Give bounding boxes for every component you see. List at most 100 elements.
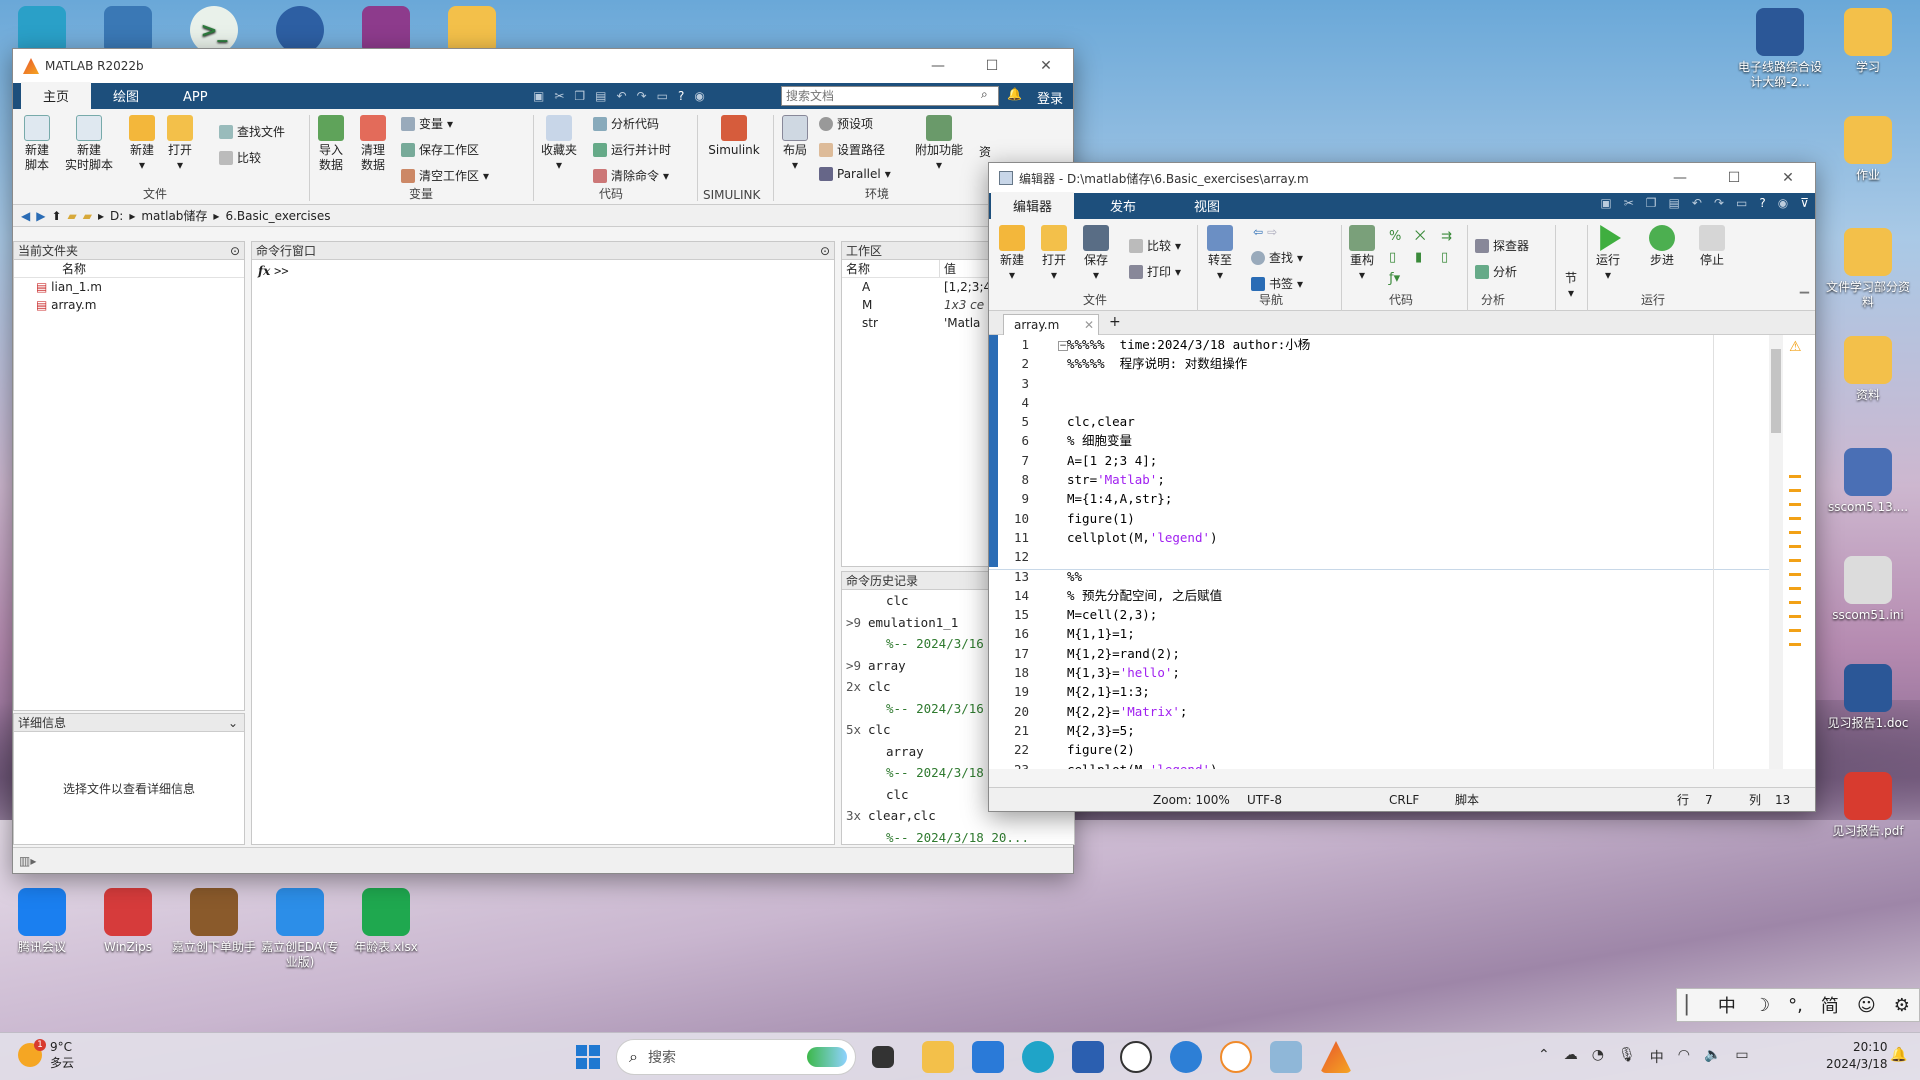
back-arrow-icon[interactable]: ◀ xyxy=(21,209,30,223)
collapse-ribbon-icon[interactable]: ▔ xyxy=(1800,292,1809,306)
code-line[interactable]: 15 M=cell(2,3); xyxy=(989,605,1815,624)
ime-lang-indicator[interactable]: 中 xyxy=(1650,1047,1664,1067)
list-item[interactable]: ▤ lian_1.m xyxy=(36,278,244,296)
desktop-icon[interactable]: sscom51.ini xyxy=(1826,556,1910,623)
notification-bell-icon[interactable]: 🔔 xyxy=(1890,1047,1907,1063)
tab-editor[interactable]: 编辑器 xyxy=(991,192,1075,219)
editor-new-button[interactable]: 新建 ▾ xyxy=(997,225,1027,283)
run-button[interactable]: 运行 ▾ xyxy=(1593,225,1623,283)
comment-icon[interactable]: % xyxy=(1389,229,1409,244)
chevron-down-icon[interactable]: ⌄ xyxy=(228,714,238,732)
k-app-icon[interactable] xyxy=(1170,1041,1202,1073)
list-item[interactable]: %-- 2024/3/18 20... xyxy=(846,827,1074,849)
indent-icon[interactable]: ▯ xyxy=(1389,250,1409,265)
command-line[interactable]: fx >> xyxy=(252,260,834,820)
stop-button[interactable]: 停止 xyxy=(1697,225,1727,268)
ime-handle-icon[interactable]: ▏ xyxy=(1686,995,1700,1016)
minimize-icon[interactable]: — xyxy=(1653,170,1707,186)
dell-icon[interactable] xyxy=(1120,1041,1152,1073)
set-path-button[interactable]: 设置路径 xyxy=(819,141,885,158)
outdent-icon[interactable]: ▮ xyxy=(1415,250,1435,265)
matlab-taskbar-icon[interactable] xyxy=(1320,1041,1352,1073)
parallel-button[interactable]: Parallel ▾ xyxy=(819,167,891,181)
step-button[interactable]: 步进 xyxy=(1647,225,1677,268)
code-line[interactable]: 6 % 细胞变量 xyxy=(989,431,1815,450)
desktop-icon[interactable]: 学习 xyxy=(1826,8,1910,75)
smart-indent-icon[interactable]: ⇉ xyxy=(1441,229,1461,244)
desktop-icon[interactable]: 嘉立创EDA(专业版) xyxy=(258,888,342,970)
paste-icon[interactable]: ▤ xyxy=(1669,196,1680,210)
code-line[interactable]: 21 M{2,3}=5; xyxy=(989,721,1815,740)
code-line[interactable]: 7 A=[1 2;3 4]; xyxy=(989,451,1815,470)
code-line[interactable]: 18 M{1,3}='hello'; xyxy=(989,663,1815,682)
code-line[interactable]: 3 xyxy=(989,374,1815,393)
panel-menu-icon[interactable]: ⊙ xyxy=(230,242,240,260)
browse-folder-icon[interactable]: ▰ xyxy=(68,209,77,223)
editor-open-button[interactable]: 打开 ▾ xyxy=(1039,225,1069,283)
ime-simplified-toggle[interactable]: 简 xyxy=(1821,992,1839,1018)
code-line[interactable]: 19 M{2,1}=1:3; xyxy=(989,682,1815,701)
find-button[interactable]: 查找 ▾ xyxy=(1251,249,1303,266)
search-icon[interactable]: ⌕ xyxy=(981,87,988,102)
edge-icon[interactable] xyxy=(1022,1041,1054,1073)
maximize-icon[interactable]: ☐ xyxy=(965,58,1019,74)
panel-menu-icon[interactable]: ⊙ xyxy=(820,242,830,260)
new-live-script-button[interactable]: 新建 实时脚本 xyxy=(61,115,117,173)
files-column-header[interactable]: 名称 xyxy=(14,260,244,278)
moon-icon[interactable]: ☽ xyxy=(1754,995,1770,1016)
add-ons-button[interactable]: 附加功能 ▾ xyxy=(911,115,967,173)
list-item[interactable]: ▤ array.m xyxy=(36,296,244,314)
save-workspace-button[interactable]: 保存工作区 xyxy=(401,141,479,158)
desktop-icon[interactable]: sscom5.13.... xyxy=(1826,448,1910,515)
desktop-icon[interactable]: 资料 xyxy=(1826,336,1910,403)
copy-icon[interactable]: ❐ xyxy=(574,89,585,103)
clean-data-button[interactable]: 清理 数据 xyxy=(357,115,389,173)
desktop-icon[interactable]: WinZips xyxy=(86,888,170,955)
profiler-button[interactable]: 探查器 xyxy=(1475,237,1529,254)
login-link[interactable]: 登录 xyxy=(1037,88,1063,107)
clear-workspace-button[interactable]: 清空工作区 ▾ xyxy=(401,167,489,184)
notification-bell-icon[interactable]: 🔔 xyxy=(1007,87,1022,101)
emoji-icon[interactable]: ☺ xyxy=(1857,995,1876,1016)
warning-icon[interactable]: ⚠ xyxy=(1789,339,1802,355)
bookmark-button[interactable]: 书签 ▾ xyxy=(1251,275,1303,292)
cut-icon[interactable]: ✂ xyxy=(1624,196,1634,210)
path-segment[interactable]: matlab储存 xyxy=(141,207,207,224)
analyze-code-button[interactable]: 分析代码 xyxy=(593,115,659,132)
compare-button[interactable]: 比较 xyxy=(219,149,261,166)
find-files-button[interactable]: 查找文件 xyxy=(219,123,285,140)
file-tab[interactable]: array.m ✕ xyxy=(1003,314,1099,335)
copy-icon[interactable]: ❐ xyxy=(1646,196,1657,210)
path-segment[interactable]: 6.Basic_exercises xyxy=(225,209,330,223)
run-and-time-button[interactable]: 运行并计时 xyxy=(593,141,671,158)
code-line[interactable]: 10 figure(1) xyxy=(989,509,1815,528)
forward-arrow-icon[interactable]: ▶ xyxy=(36,209,45,223)
help-icon[interactable]: ? xyxy=(678,89,684,103)
back-nav-button[interactable]: ⇦ ⇨ xyxy=(1253,225,1277,239)
code-line[interactable]: 4 xyxy=(989,393,1815,412)
function-icon[interactable]: ƒ▾ xyxy=(1389,271,1409,286)
close-icon[interactable]: ✕ xyxy=(1019,58,1073,74)
layout-button[interactable]: 布局 ▾ xyxy=(779,115,811,173)
editor-titlebar[interactable]: 编辑器 - D:\matlab储存\6.Basic_exercises\arra… xyxy=(989,163,1815,193)
volume-icon[interactable]: 🔈 xyxy=(1704,1047,1721,1067)
microphone-icon[interactable]: 🎙 xyxy=(1618,1047,1636,1067)
undo-icon[interactable]: ↶ xyxy=(617,89,627,103)
battery-icon[interactable]: ▭ xyxy=(1735,1047,1748,1067)
forward-nav-icon[interactable]: ⇨ xyxy=(1267,225,1277,239)
code-line[interactable]: 22 figure(2) xyxy=(989,740,1815,759)
new-script-button[interactable]: 新建 脚本 xyxy=(19,115,55,173)
code-editor[interactable]: − 1%%%%% time:2024/3/18 author:小杨 2%%%%% … xyxy=(989,335,1815,769)
section-button[interactable]: 节 ▾ xyxy=(1559,271,1583,301)
chevron-up-icon[interactable]: ⌃ xyxy=(1538,1047,1550,1067)
help-icon[interactable]: ? xyxy=(1759,196,1765,210)
paste-icon[interactable]: ▤ xyxy=(595,89,606,103)
start-button[interactable] xyxy=(572,1041,604,1073)
editor-save-button[interactable]: 保存 ▾ xyxy=(1081,225,1111,283)
redo-icon[interactable]: ↷ xyxy=(1714,196,1724,210)
code-line[interactable]: 16 M{1,1}=1; xyxy=(989,624,1815,643)
close-icon[interactable]: ✕ xyxy=(1761,170,1815,186)
desktop-icon[interactable]: 年龄表.xlsx xyxy=(344,888,428,955)
wifi-icon[interactable]: ◠ xyxy=(1678,1047,1690,1067)
up-folder-icon[interactable]: ⬆ xyxy=(51,209,61,223)
